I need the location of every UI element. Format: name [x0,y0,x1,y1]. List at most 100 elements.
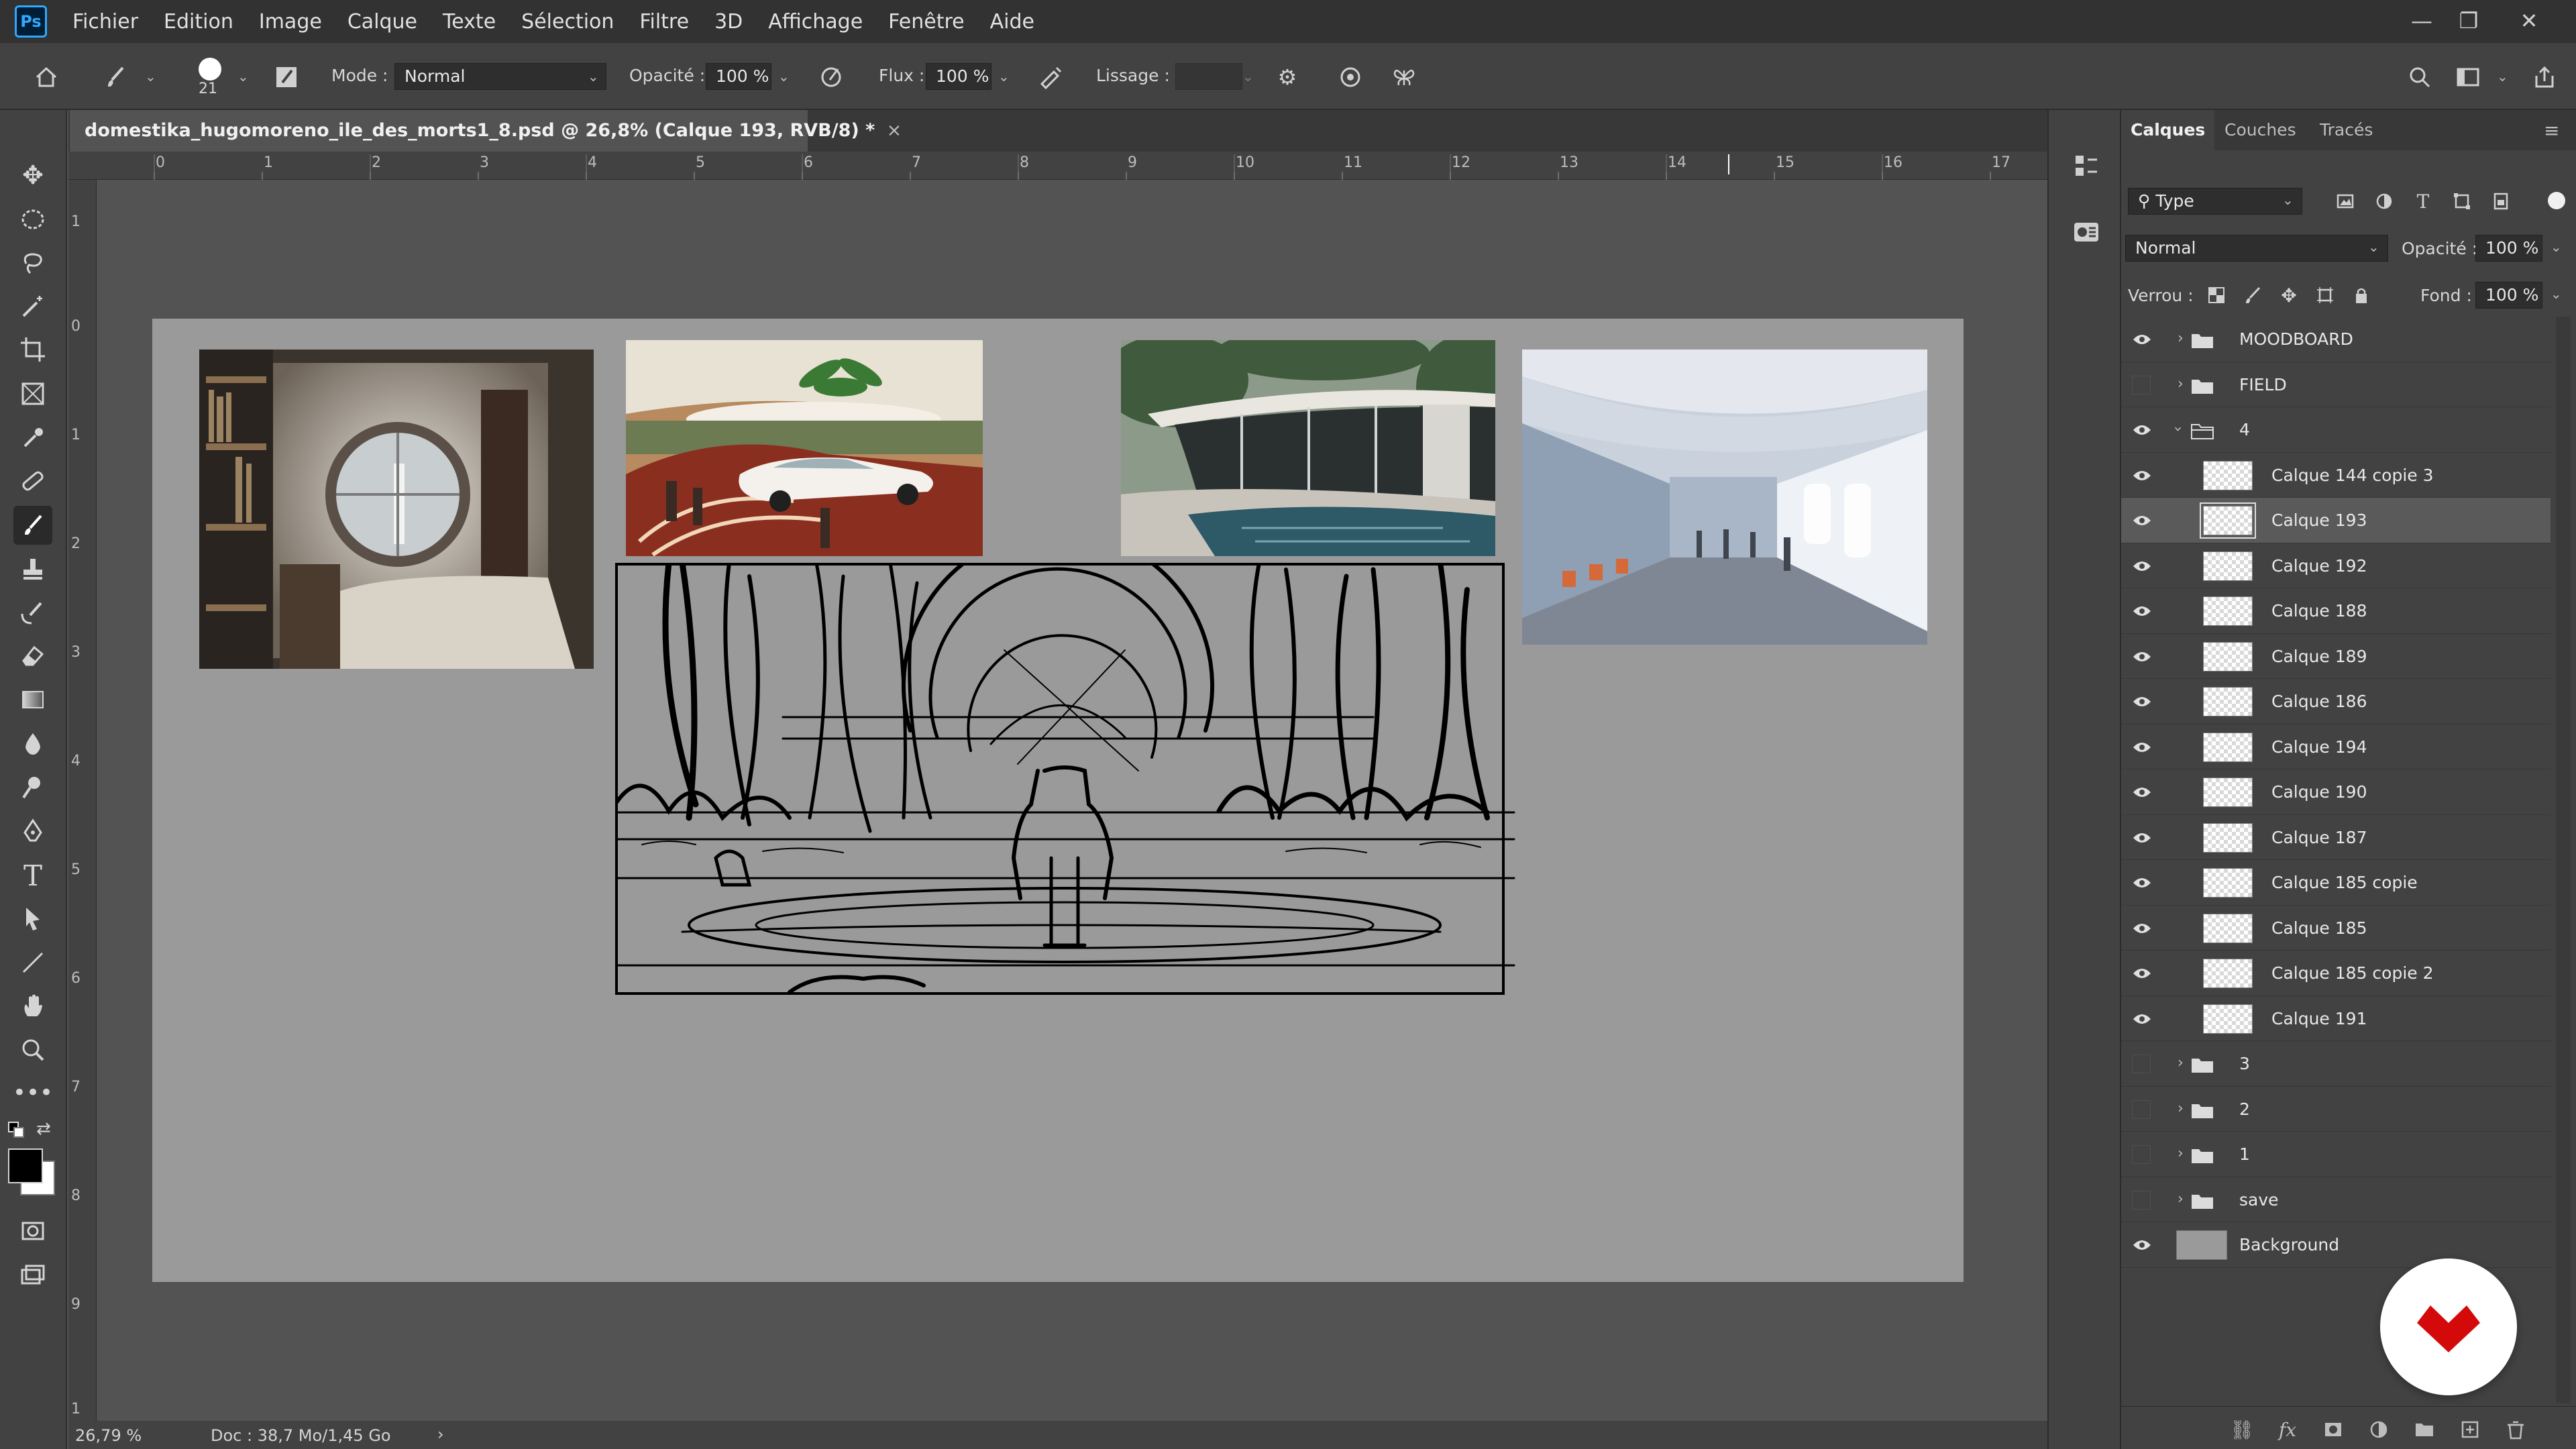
more-tools-icon[interactable]: ••• [13,1073,53,1112]
layer-opacity-input[interactable]: 100 % [2475,235,2542,262]
layer-group-4[interactable]: › 4 [2121,407,2551,453]
menu-filtre[interactable]: Filtre [639,10,689,34]
adjustments-panel-icon[interactable] [2072,217,2101,247]
layer-item[interactable]: Calque 185 copie [2121,860,2551,906]
visibility-eye-icon[interactable] [2131,1234,2153,1256]
eraser-tool-icon[interactable] [13,636,52,675]
minimize-icon[interactable]: — [2402,3,2442,39]
share-icon[interactable] [2529,62,2560,93]
layer-item[interactable]: Calque 185 copie 2 [2121,951,2551,996]
home-icon[interactable] [31,62,62,93]
frame-tool-icon[interactable] [13,374,52,413]
layer-group-moodboard[interactable]: › MOODBOARD [2121,317,2551,362]
layer-item[interactable]: Calque 188 [2121,588,2551,634]
zoom-level[interactable]: 26,79 % [75,1426,142,1445]
restore-icon[interactable]: ❐ [2449,3,2489,39]
document-canvas[interactable] [152,319,1964,1282]
menu-3d[interactable]: 3D [714,10,743,34]
brush-tool-icon[interactable] [13,506,52,545]
search-icon[interactable] [2404,62,2435,93]
visibility-eye-icon[interactable] [2131,419,2153,441]
expand-chevron-icon[interactable]: › [2178,1145,2184,1162]
layer-item[interactable]: Calque 190 [2121,769,2551,815]
smoothing-settings-gear-icon[interactable]: ⚙ [1272,62,1303,93]
panel-menu-icon[interactable]: ≡ [2544,119,2559,142]
clone-stamp-tool-icon[interactable] [13,550,52,589]
workspace-layout-icon[interactable] [2453,62,2483,93]
symmetry-butterfly-icon[interactable] [1389,62,1419,93]
visibility-eye-icon[interactable] [2131,329,2153,350]
visibility-toggle[interactable] [2132,375,2151,394]
visibility-eye-icon[interactable] [2131,646,2153,667]
layer-style-fx-icon[interactable]: fx [2274,1416,2301,1443]
layer-background[interactable]: Background [2121,1222,2551,1268]
line-tool-icon[interactable] [13,943,52,982]
visibility-toggle[interactable] [2132,1055,2151,1073]
blur-tool-icon[interactable] [13,724,52,763]
visibility-eye-icon[interactable] [2131,1008,2153,1030]
tab-couches[interactable]: Couches [2215,110,2306,150]
menu-fichier[interactable]: Fichier [72,10,138,34]
collapse-chevron-icon[interactable]: › [2169,426,2186,432]
chevron-down-icon[interactable]: ⌄ [2368,239,2379,255]
filter-shape-icon[interactable] [2449,188,2475,215]
visibility-eye-icon[interactable] [2131,827,2153,849]
chevron-down-icon[interactable]: ⌄ [2497,68,2508,85]
gradient-tool-icon[interactable] [13,680,52,719]
layer-item[interactable]: Calque 144 copie 3 [2121,453,2551,498]
filter-smart-object-icon[interactable] [2487,188,2514,215]
layer-item[interactable]: Calque 185 [2121,906,2551,951]
hand-tool-icon[interactable] [13,986,52,1025]
visibility-toggle[interactable] [2132,1099,2151,1119]
move-tool-icon[interactable]: ✥ [13,156,52,195]
menu-calque[interactable]: Calque [347,10,417,34]
menu-selection[interactable]: Sélection [521,10,614,34]
lasso-tool-icon[interactable] [13,243,52,282]
close-window-icon[interactable]: ✕ [2509,3,2549,39]
crop-tool-icon[interactable] [13,330,52,369]
menu-image[interactable]: Image [259,10,322,34]
airbrush-icon[interactable] [1036,62,1067,93]
zoom-tool-icon[interactable] [13,1030,52,1069]
layers-scrollbar[interactable] [2556,317,2571,1403]
menu-fenetre[interactable]: Fenêtre [888,10,964,34]
visibility-eye-icon[interactable] [2131,872,2153,894]
default-colors-icon[interactable] [8,1122,27,1140]
layer-item-selected[interactable]: Calque 193 [2121,498,2551,543]
photoshop-logo-icon[interactable]: Ps [15,5,47,38]
pressure-opacity-icon[interactable] [816,62,847,93]
add-mask-icon[interactable] [2320,1416,2347,1443]
brush-settings-icon[interactable] [271,62,302,93]
foreground-color-swatch[interactable] [8,1148,43,1183]
visibility-eye-icon[interactable] [2131,465,2153,486]
smoothing-input[interactable] [1175,63,1242,90]
new-group-folder-icon[interactable] [2411,1416,2438,1443]
expand-chevron-icon[interactable]: › [2178,1191,2184,1208]
filter-toggle[interactable] [2548,192,2565,209]
status-menu-arrow-icon[interactable]: › [437,1425,444,1444]
dodge-tool-icon[interactable] [13,767,52,806]
expand-chevron-icon[interactable]: › [2178,1055,2184,1071]
fill-input[interactable]: 100 % [2475,282,2542,309]
chevron-down-icon[interactable]: ⌄ [778,68,790,85]
layer-item[interactable]: Calque 189 [2121,634,2551,679]
swap-colors-icon[interactable]: ⇄ [36,1119,51,1139]
pen-tool-icon[interactable] [13,812,52,851]
visibility-eye-icon[interactable] [2131,918,2153,939]
visibility-eye-icon[interactable] [2131,510,2153,531]
type-tool-icon[interactable]: T [13,856,52,895]
pressure-size-icon[interactable] [1335,62,1366,93]
lock-transparent-pixels-icon[interactable] [2203,282,2230,309]
blend-mode-select[interactable]: Normal [2125,235,2388,262]
history-panel-icon[interactable] [2072,152,2101,181]
chevron-down-icon[interactable]: ⌄ [145,68,156,85]
layer-group-field[interactable]: › FIELD [2121,362,2551,407]
layer-item[interactable]: Calque 192 [2121,543,2551,588]
expand-chevron-icon[interactable]: › [2178,1100,2184,1117]
new-layer-icon[interactable] [2457,1416,2483,1443]
delete-layer-trash-icon[interactable] [2502,1416,2529,1443]
menu-aide[interactable]: Aide [990,10,1034,34]
chevron-down-icon[interactable]: ⌄ [2551,239,2562,255]
visibility-eye-icon[interactable] [2131,737,2153,758]
chevron-down-icon[interactable]: ⌄ [1242,68,1254,85]
